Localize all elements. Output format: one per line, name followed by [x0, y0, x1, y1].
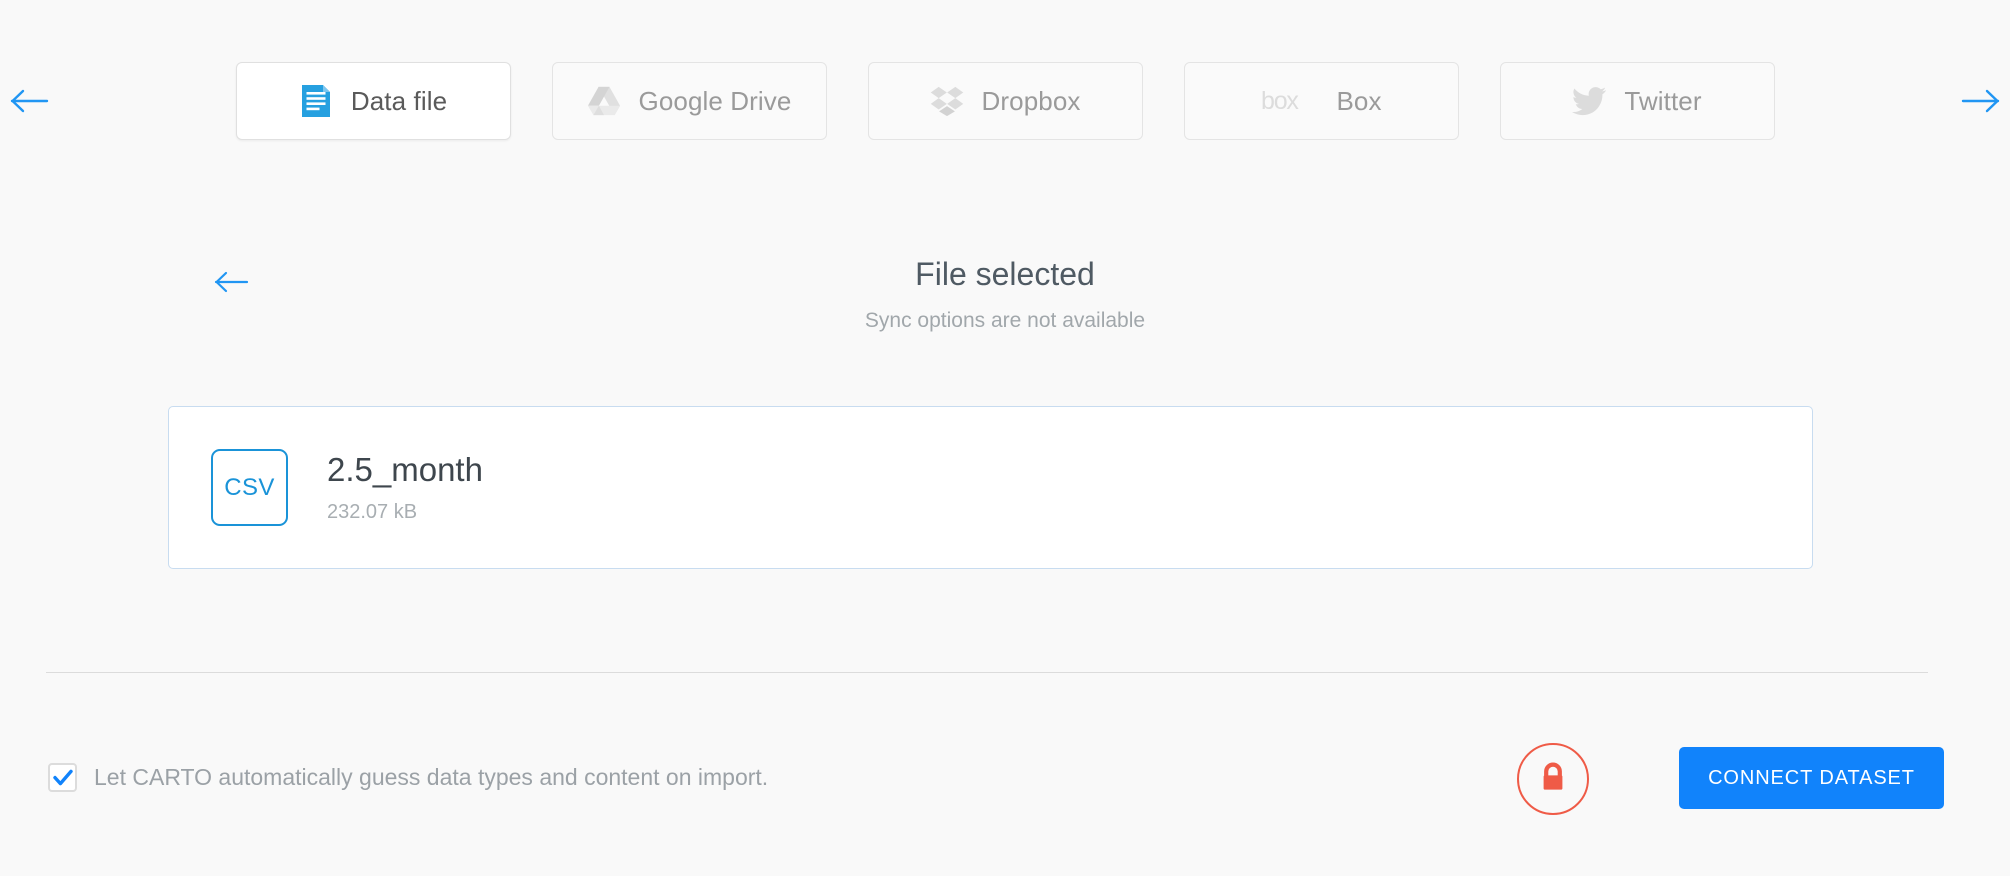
file-type-badge-label: CSV: [224, 473, 275, 501]
panel-header-text: File selected Sync options are not avail…: [0, 252, 2010, 339]
tab-dropbox-label: Dropbox: [981, 85, 1081, 116]
selected-file-card[interactable]: CSV 2.5_month 232.07 kB: [168, 406, 1813, 569]
tab-box[interactable]: box Box: [1183, 62, 1459, 140]
panel-header: File selected Sync options are not avail…: [0, 252, 2010, 362]
tabs-prev-arrow-button[interactable]: [0, 62, 60, 140]
svg-text:box: box: [1261, 88, 1299, 114]
lock-icon: [1538, 761, 1568, 798]
guess-types-checkbox[interactable]: [48, 763, 77, 792]
guess-types-option[interactable]: Let CARTO automatically guess data types…: [48, 763, 768, 792]
google-drive-icon: [587, 84, 621, 118]
tab-data-file-label: Data file: [350, 85, 448, 116]
tab-google-drive-label: Google Drive: [638, 85, 792, 116]
page-subtitle: Sync options are not available: [864, 309, 1146, 332]
right-arrow-icon: [1960, 88, 2000, 114]
file-type-badge: CSV: [211, 449, 288, 526]
page-title: File selected: [915, 256, 1095, 292]
tab-twitter-label: Twitter: [1624, 85, 1702, 116]
twitter-icon: [1572, 84, 1607, 118]
privacy-lock-button[interactable]: [1517, 743, 1589, 815]
connect-dataset-label: CONNECT DATASET: [1708, 766, 1915, 789]
tab-dropbox[interactable]: Dropbox: [867, 62, 1143, 140]
connector-tabs: Data file Google Drive Dropbox box Box T…: [0, 62, 2010, 140]
footer-divider: [46, 672, 1928, 673]
tab-box-label: Box: [1336, 85, 1382, 116]
tabs-next-arrow-button[interactable]: [1950, 62, 2010, 140]
file-details: 2.5_month 232.07 kB: [327, 450, 483, 525]
file-name: 2.5_month: [327, 451, 483, 488]
footer-bar: Let CARTO automatically guess data types…: [0, 735, 2010, 840]
tab-data-file[interactable]: Data file: [235, 62, 511, 140]
data-file-icon: [299, 84, 333, 118]
dropbox-icon: [930, 84, 964, 118]
connect-dataset-screen: Data file Google Drive Dropbox box Box T…: [0, 0, 2010, 876]
tab-twitter[interactable]: Twitter: [1499, 62, 1775, 140]
guess-types-label: Let CARTO automatically guess data types…: [94, 764, 769, 790]
box-logo-icon: box: [1260, 84, 1318, 118]
file-size: 232.07 kB: [327, 501, 418, 523]
check-icon: [52, 769, 73, 787]
left-arrow-icon: [10, 88, 50, 114]
connector-tab-list: Data file Google Drive Dropbox box Box T…: [60, 62, 1950, 140]
connect-dataset-button[interactable]: CONNECT DATASET: [1679, 747, 1944, 809]
tab-google-drive[interactable]: Google Drive: [551, 62, 827, 140]
